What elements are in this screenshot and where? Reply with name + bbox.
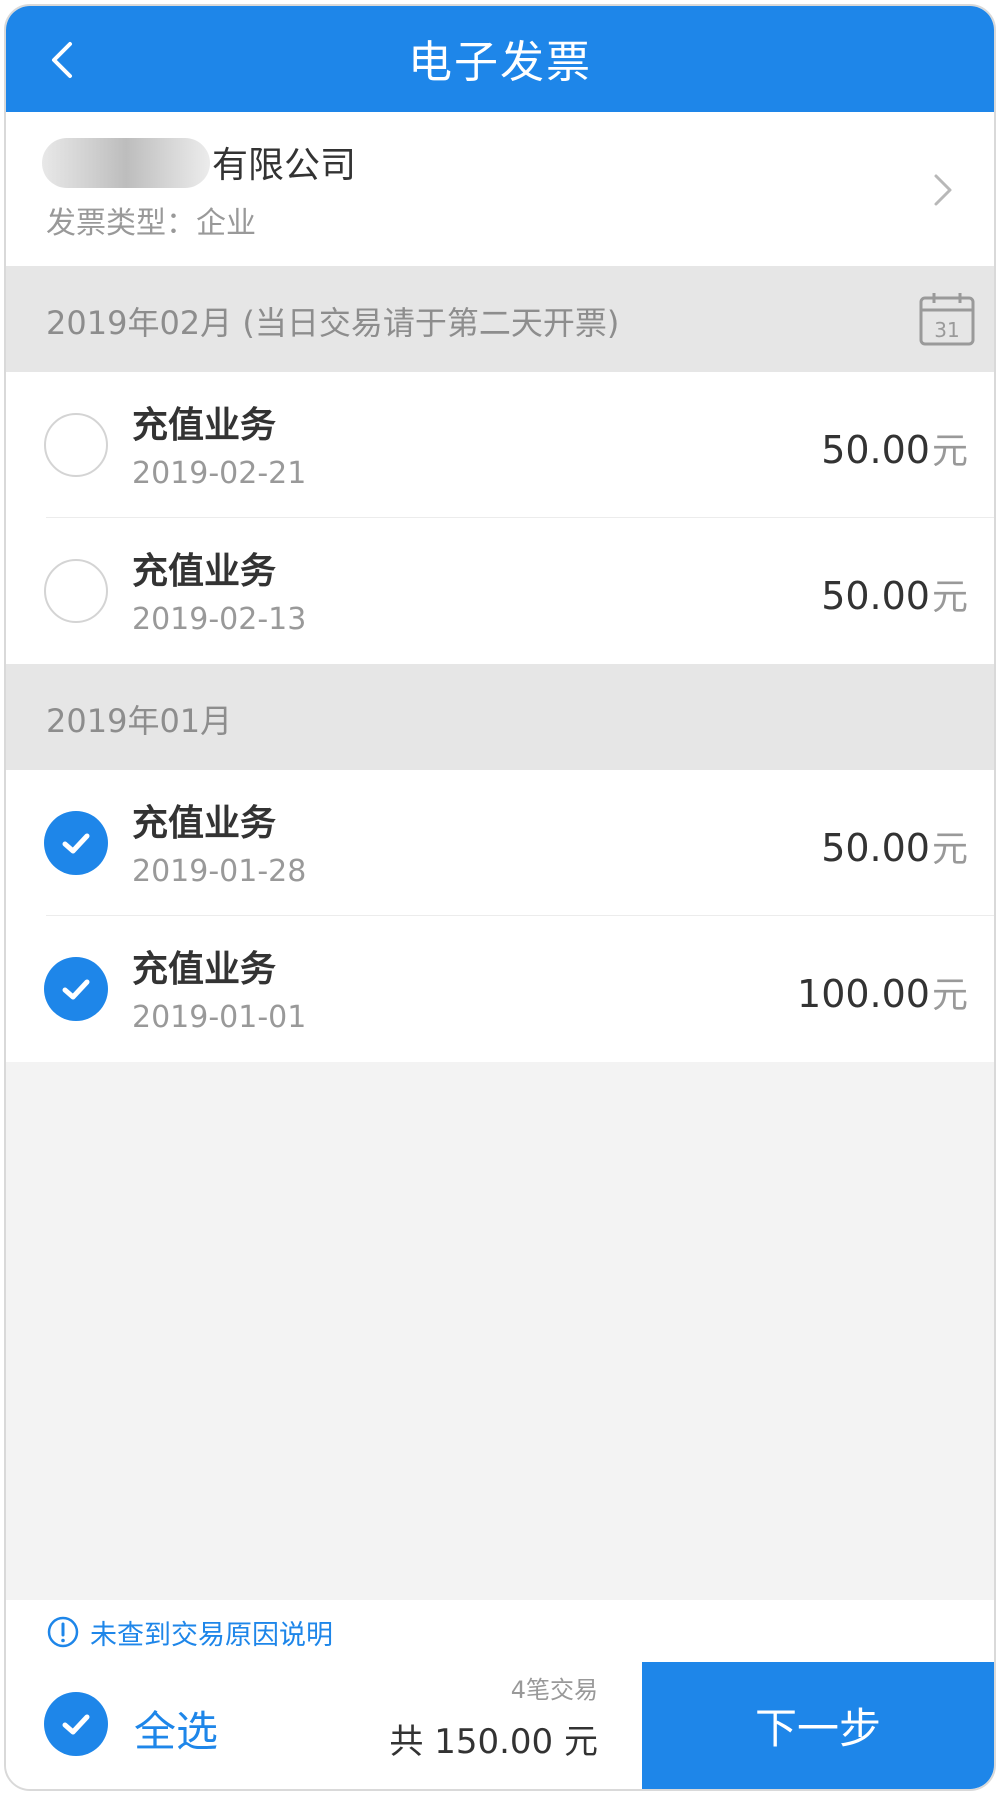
transaction-name: 充值业务 [132,803,277,844]
month-header-2019-01: 2019年01月 [6,664,994,770]
transaction-date: 2019-02-13 [132,602,307,637]
missing-transaction-notice[interactable]: 未查到交易原因说明 [46,1612,333,1652]
calendar-day: 31 [934,318,959,342]
transaction-name: 充值业务 [132,949,277,990]
calendar-icon[interactable]: 31 [918,290,976,348]
amount-unit: 元 [931,431,968,472]
checkmark-icon [62,833,90,854]
transaction-amount: 50.00元 [821,568,968,620]
checked-radio[interactable] [44,811,108,875]
next-step-button[interactable]: 下一步 [642,1662,994,1789]
amount-unit: 元 [931,829,968,870]
select-all-checkbox[interactable] [44,1692,108,1756]
transaction-row[interactable]: 充值业务 2019-02-13 50.00元 [6,518,994,664]
select-radio[interactable] [44,559,108,623]
phone-frame: 电子发票 有限公司 发票类型：企业 2019年02月 (当日交易请于第二天开票)… [4,4,996,1791]
redacted-company-name [42,138,210,188]
checkmark-icon [62,979,90,1000]
month-label: 2019年02月 (当日交易请于第二天开票) [46,304,620,342]
checked-radio[interactable] [44,957,108,1021]
nav-bar: 电子发票 [6,6,994,112]
month-header-2019-02: 2019年02月 (当日交易请于第二天开票) 31 [6,266,994,372]
company-name-suffix: 有限公司 [212,145,357,186]
total-amount: 共 150.00 元 [389,1722,598,1762]
transaction-amount: 100.00元 [797,966,968,1018]
transaction-count: 4笔交易 [510,1676,598,1704]
month-label: 2019年01月 [46,702,233,740]
select-all-label[interactable]: 全选 [134,1698,218,1759]
amount-value: 100.00 [797,972,930,1016]
select-radio[interactable] [44,413,108,477]
amount-value: 50.00 [821,428,930,472]
info-icon [47,1616,79,1648]
invoice-type-label: 发票类型：企业 [46,206,256,241]
bottom-bar: 未查到交易原因说明 全选 4笔交易 共 150.00 元 下一步 [6,1600,994,1789]
transaction-amount: 50.00元 [821,820,968,872]
chevron-right-icon [934,174,952,206]
amount-unit: 元 [931,577,968,618]
amount-unit: 元 [931,975,968,1016]
page-title: 电子发票 [408,37,592,88]
transaction-date: 2019-01-01 [132,1000,307,1035]
notice-text: 未查到交易原因说明 [90,1619,333,1651]
amount-value: 50.00 [821,826,930,870]
transaction-row[interactable]: 充值业务 2019-02-21 50.00元 [6,372,994,518]
amount-value: 50.00 [821,574,930,618]
transaction-row[interactable]: 充值业务 2019-01-28 50.00元 [6,770,994,916]
checkmark-icon [62,1714,90,1735]
transaction-date: 2019-01-28 [132,854,307,889]
transaction-date: 2019-02-21 [132,456,307,491]
transaction-name: 充值业务 [132,551,277,592]
transaction-row[interactable]: 充值业务 2019-01-01 100.00元 [6,916,994,1062]
company-selector[interactable]: 有限公司 发票类型：企业 [6,112,994,266]
transaction-amount: 50.00元 [821,422,968,474]
transaction-name: 充值业务 [132,405,277,446]
